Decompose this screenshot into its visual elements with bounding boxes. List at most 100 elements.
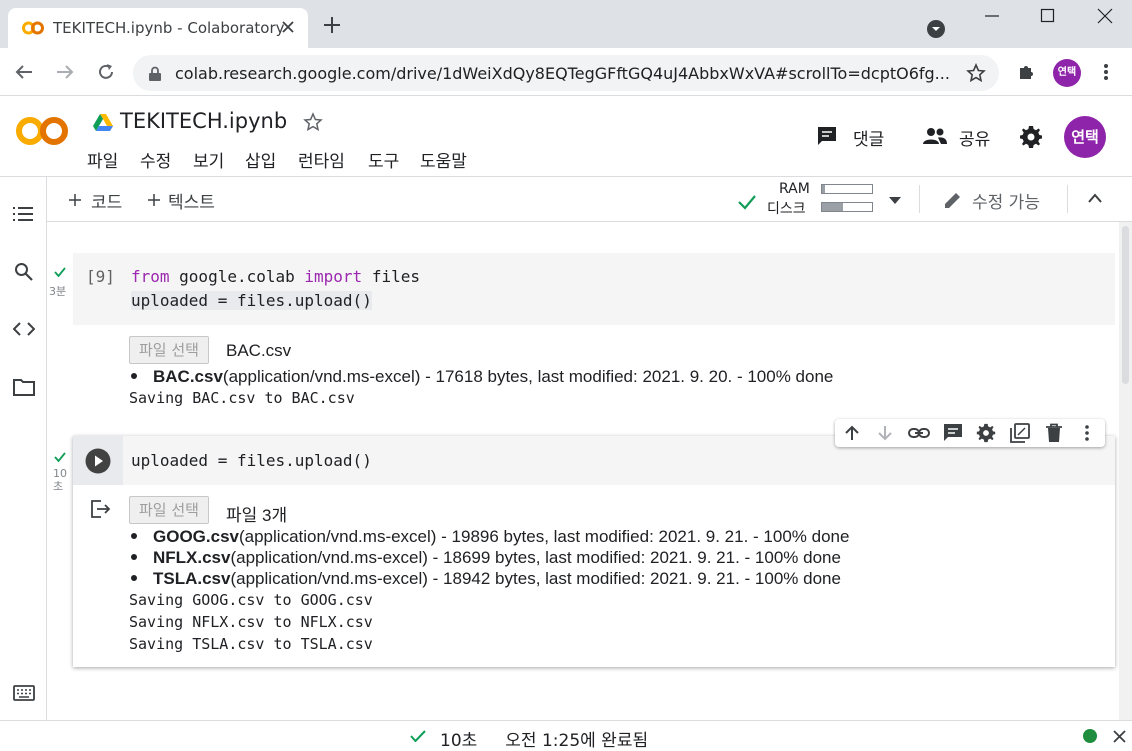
gear-icon[interactable]: [976, 423, 996, 443]
code-text: files: [362, 267, 420, 286]
chevron-down-icon[interactable]: [889, 197, 901, 204]
toolbar-divider: [1067, 185, 1068, 213]
scrollbar-track[interactable]: [1119, 222, 1132, 720]
comment-label: 댓글: [853, 130, 885, 150]
menu-file[interactable]: 파일: [87, 147, 118, 172]
terminal-icon[interactable]: [13, 685, 35, 701]
url-text: colab.research.google.com/drive/1dWeiXdQ…: [175, 64, 950, 83]
share-icon: [923, 128, 947, 144]
run-icon[interactable]: [85, 448, 111, 474]
menu-edit[interactable]: 수정: [140, 147, 171, 172]
file-detail: (application/vnd.ms-excel) - 19896 bytes…: [238, 527, 850, 546]
reload-icon[interactable]: [96, 62, 116, 82]
notebook-toolbar: 코드 텍스트 RAM 디스크 수정 가능: [47, 177, 1132, 222]
bullet: [131, 532, 137, 539]
plus-icon[interactable]: [322, 15, 342, 35]
star-icon[interactable]: [303, 112, 323, 132]
address-bar[interactable]: colab.research.google.com/drive/1dWeiXdQ…: [133, 55, 999, 91]
add-text-button[interactable]: 텍스트: [148, 188, 228, 213]
choose-file-button[interactable]: 파일 선택: [129, 336, 209, 364]
link-icon[interactable]: [908, 426, 930, 440]
maximize-icon[interactable]: [1040, 8, 1056, 24]
pencil-icon: [945, 193, 960, 208]
code-cell[interactable]: [9] from google.colab import files uploa…: [73, 253, 1115, 325]
ram-bar: [821, 184, 873, 194]
comment-icon[interactable]: [943, 423, 963, 443]
choose-file-button[interactable]: 파일 선택: [129, 496, 209, 524]
tab-search-icon[interactable]: [926, 19, 946, 39]
trash-icon[interactable]: [1045, 423, 1063, 443]
check-icon: [738, 195, 756, 210]
toc-icon[interactable]: [13, 206, 33, 222]
check-icon: [54, 267, 66, 277]
file-name: GOOG.csv: [153, 527, 239, 546]
code-line[interactable]: uploaded = files.upload(): [131, 451, 372, 470]
menu-help[interactable]: 도움말: [420, 147, 467, 172]
user-avatar[interactable]: 연택: [1064, 116, 1106, 158]
menu-dots-icon[interactable]: [1100, 62, 1112, 82]
minimize-icon[interactable]: [984, 12, 1000, 28]
comment-icon: [818, 127, 836, 145]
connection-status-dot: [1083, 729, 1097, 743]
code-line[interactable]: uploaded = files.upload(): [131, 291, 372, 310]
lock-icon: [149, 66, 161, 81]
browser-toolbar: colab.research.google.com/drive/1dWeiXdQ…: [0, 48, 1132, 96]
arrow-up-icon[interactable]: [843, 424, 861, 442]
menu-tools[interactable]: 도구: [368, 147, 399, 172]
comment-button[interactable]: 댓글: [816, 123, 896, 150]
search-icon[interactable]: [14, 262, 34, 282]
menu-dots-icon[interactable]: [1083, 424, 1091, 442]
profile-avatar[interactable]: 연택: [1053, 59, 1081, 87]
add-code-label: 코드: [91, 193, 123, 213]
arrow-down-icon[interactable]: [876, 424, 894, 442]
mirror-icon[interactable]: [1010, 423, 1030, 443]
extension-icon[interactable]: [1016, 62, 1036, 82]
status-duration: 10초: [440, 731, 478, 751]
status-text: 10초 오전 1:25에 완료됨: [440, 726, 648, 751]
close-icon[interactable]: [278, 17, 298, 37]
file-detail: (application/vnd.ms-excel) - 18942 bytes…: [230, 569, 841, 588]
colab-favicon-icon: [22, 21, 44, 35]
bullet: [131, 372, 137, 379]
execution-count: [9]: [86, 267, 115, 286]
code-icon[interactable]: [13, 322, 35, 336]
chevron-up-icon[interactable]: [1088, 193, 1102, 203]
back-icon[interactable]: [14, 62, 34, 82]
add-code-button[interactable]: 코드: [69, 188, 129, 213]
ram-label: RAM: [779, 181, 810, 197]
colab-logo-icon[interactable]: [15, 113, 69, 149]
menu-insert[interactable]: 삽입: [245, 147, 276, 172]
forward-icon[interactable]: [55, 62, 75, 82]
gear-icon[interactable]: [1019, 125, 1043, 149]
code-text: google.colab: [169, 267, 305, 286]
file-name: NFLX.csv: [153, 548, 231, 567]
file-detail: (application/vnd.ms-excel) - 18699 bytes…: [230, 548, 841, 567]
bullet: [131, 553, 137, 560]
scrollbar-thumb[interactable]: [1122, 226, 1129, 384]
output-line: Saving GOOG.csv to GOOG.csv: [129, 591, 373, 609]
folder-icon[interactable]: [13, 378, 35, 396]
toolbar-divider: [919, 185, 920, 213]
cell-toolbar: [835, 419, 1105, 447]
window-close-icon[interactable]: [1097, 8, 1113, 24]
edit-mode-label: 수정 가능: [972, 193, 1040, 213]
code-line[interactable]: from google.colab import files: [131, 267, 420, 286]
browser-tab[interactable]: TEKITECH.ipynb - Colaboratory: [8, 8, 308, 48]
edit-mode-button[interactable]: 수정 가능: [943, 187, 1053, 213]
chosen-files-label: 파일 3개: [226, 506, 288, 525]
share-button[interactable]: 공유: [922, 123, 1002, 150]
menu-view[interactable]: 보기: [193, 147, 224, 172]
list-item: NFLX.csv(application/vnd.ms-excel) - 186…: [131, 548, 841, 568]
status-completed: 오전 1:25에 완료됨: [505, 731, 649, 751]
close-icon[interactable]: [1113, 730, 1126, 743]
menu-runtime[interactable]: 런타임: [298, 147, 345, 172]
drive-icon[interactable]: [93, 113, 113, 131]
plus-icon: [148, 194, 160, 206]
output-icon[interactable]: [91, 500, 111, 518]
resources-indicator[interactable]: RAM 디스크: [735, 181, 895, 219]
notebook-title[interactable]: TEKITECH.ipynb: [120, 109, 287, 133]
add-text-label: 텍스트: [168, 193, 215, 213]
star-icon[interactable]: [966, 63, 986, 83]
code-cell-selected[interactable]: uploaded = files.upload() 파일 선택 파일 3개 GO…: [73, 436, 1115, 667]
cell-run-time: 10 초: [53, 467, 67, 493]
